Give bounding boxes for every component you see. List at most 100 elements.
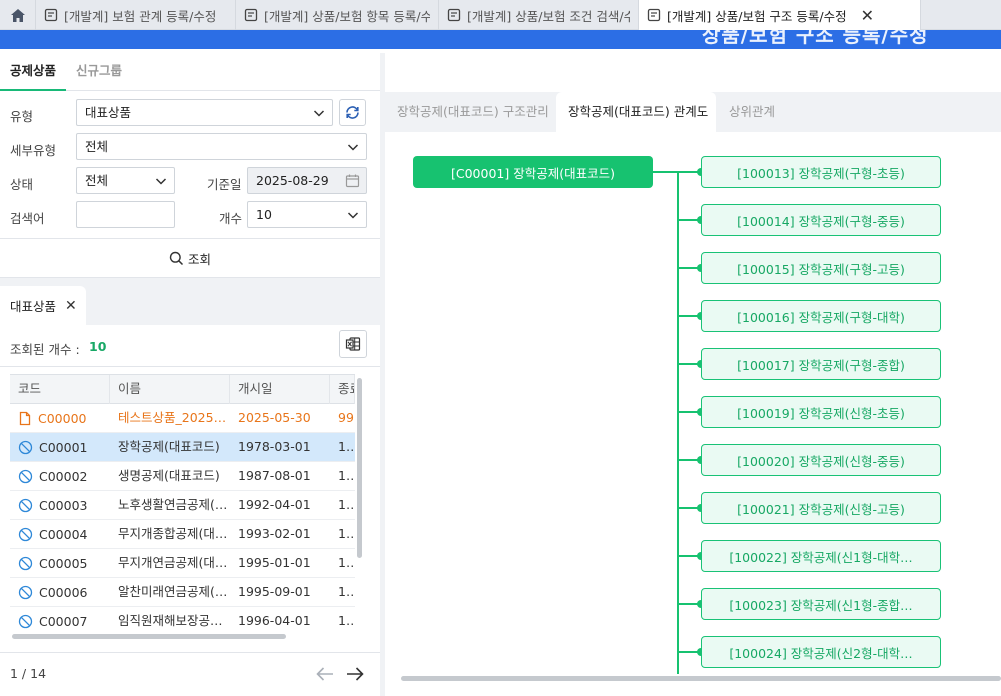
- ban-icon: [18, 498, 33, 513]
- table-row[interactable]: C00005 무지개연금공제(대… 1995-01-01 199: [10, 549, 355, 578]
- relationship-diagram: [C00001] 장학공제(대표코드) [100013] 장학공제(구형-초등)…: [385, 132, 1001, 674]
- table-row[interactable]: C00003 노후생활연금공제(… 1992-04-01 199: [10, 491, 355, 520]
- child-node[interactable]: [100023] 장학공제(신1형-종합…: [701, 588, 941, 620]
- chevron-down-icon: [347, 144, 359, 151]
- window-tab-structure[interactable]: [개발계] 상품/보험 구조 등록/수정 ✕: [639, 0, 921, 30]
- cell-code: C00003: [10, 491, 110, 520]
- cell-name: 노후생활연금공제(…: [118, 497, 228, 512]
- cell-end-date: 199: [338, 439, 355, 454]
- tab-new-group[interactable]: 신규그룹: [66, 53, 132, 91]
- child-node[interactable]: [100019] 장학공제(신형-초등): [701, 396, 941, 428]
- tab-parent-relation[interactable]: 상위관계: [717, 92, 797, 132]
- search-button[interactable]: 조회: [0, 238, 380, 278]
- cell-start-date: 1996-04-01: [238, 613, 311, 628]
- home-tab[interactable]: [0, 0, 36, 30]
- child-node[interactable]: [100016] 장학공제(구형-대학): [701, 300, 941, 332]
- child-node[interactable]: [100014] 장학공제(구형-중등): [701, 204, 941, 236]
- excel-icon: [345, 337, 361, 351]
- filter-row-keyword: 검색어 개수 10: [0, 201, 380, 231]
- child-node[interactable]: [100017] 장학공제(구형-종합): [701, 348, 941, 380]
- cell-code-text: C00001: [39, 439, 88, 455]
- column-header-name[interactable]: 이름: [110, 375, 230, 404]
- right-panel-tabs: 장학공제(대표코드) 구조관리 장학공제(대표코드) 관계도 상위관계: [385, 92, 1001, 132]
- table-row[interactable]: C00001 장학공제(대표코드) 1978-03-01 199: [10, 433, 355, 462]
- cell-start-date: 2025-05-30: [238, 410, 311, 425]
- window-tab-label: [개발계] 상품/보험 항목 등록/수정: [264, 8, 430, 24]
- close-icon[interactable]: ✕: [861, 6, 874, 25]
- tab-structure-management[interactable]: 장학공제(대표코드) 구조관리: [385, 92, 556, 132]
- product-grid: 코드 이름 개시일 종료일 C00000 테스트상품_20250… 2025-05-…: [10, 374, 355, 632]
- calendar-icon: [345, 174, 360, 188]
- child-node[interactable]: [100013] 장학공제(구형-초등): [701, 156, 941, 188]
- subtype-label: 세부유형: [10, 143, 57, 158]
- subtype-select[interactable]: 전체: [76, 133, 367, 160]
- grid-vertical-scrollbar[interactable]: [357, 378, 362, 558]
- page-banner: 상품/보험 구조 등록/수정: [0, 30, 1001, 49]
- left-panel-tabs: 공제상품 신규그룹: [0, 53, 380, 91]
- window-tab-label: [개발계] 상품/보험 조건 검색/수정: [467, 8, 630, 24]
- window-tab-conditions[interactable]: [개발계] 상품/보험 조건 검색/수정: [439, 0, 639, 30]
- base-date-label: 기준일: [207, 177, 242, 192]
- memo-icon: [647, 8, 661, 22]
- cell-name: 무지개연금공제(대…: [118, 555, 228, 570]
- diagram-horizontal-scrollbar[interactable]: [401, 676, 1001, 681]
- table-row[interactable]: C00002 생명공제(대표코드) 1987-08-01 199: [10, 462, 355, 491]
- window-tab-relation[interactable]: [개발계] 보험 관계 등록/수정: [36, 0, 236, 30]
- cell-code: C00007: [10, 607, 110, 632]
- cell-code: C00002: [10, 462, 110, 491]
- window-tab-strip: [개발계] 보험 관계 등록/수정 [개발계] 상품/보험 항목 등록/수정 […: [0, 0, 1001, 30]
- grid-horizontal-scrollbar[interactable]: [12, 634, 286, 639]
- cell-code-text: C00007: [39, 613, 88, 629]
- pager: 1 / 14: [0, 652, 380, 696]
- table-row[interactable]: C00007 임직원재해보장공… 1996-04-01 199: [10, 607, 355, 632]
- child-node[interactable]: [100022] 장학공제(신1형-대학…: [701, 540, 941, 572]
- child-node[interactable]: [100015] 장학공제(구형-고등): [701, 252, 941, 284]
- filter-row-subtype: 세부유형 전체: [0, 133, 380, 163]
- close-icon[interactable]: ✕: [65, 298, 77, 314]
- cell-code: C00005: [10, 549, 110, 578]
- column-header-end[interactable]: 종료일: [330, 375, 355, 404]
- subtype-select-value: 전체: [85, 139, 109, 154]
- filter-row-status: 상태 전체 기준일 2025-08-29: [0, 167, 380, 197]
- status-select[interactable]: 전체: [76, 167, 175, 194]
- window-tab-items[interactable]: [개발계] 상품/보험 항목 등록/수정: [236, 0, 439, 30]
- cell-name: 장학공제(대표코드): [118, 439, 220, 454]
- base-date-input[interactable]: 2025-08-29: [247, 167, 367, 194]
- status-select-value: 전체: [85, 173, 109, 188]
- cell-name: 알찬미래연금공제(…: [118, 584, 228, 599]
- child-node[interactable]: [100024] 장학공제(신2형-대학…: [701, 636, 941, 668]
- result-count-row: 조회된 개수 : 10: [0, 325, 380, 367]
- memo-icon: [447, 8, 461, 22]
- table-row[interactable]: C00000 테스트상품_20250… 2025-05-30 99: [10, 404, 355, 433]
- cell-name: 임직원재해보장공…: [118, 613, 223, 628]
- refresh-button[interactable]: [339, 99, 366, 126]
- filter-row-type: 유형 대표상품: [0, 99, 380, 129]
- type-select[interactable]: 대표상품: [76, 99, 333, 126]
- root-node[interactable]: [C00001] 장학공제(대표코드): [413, 156, 653, 188]
- table-row[interactable]: C00004 무지개종합공제(대… 1993-02-01 199: [10, 520, 355, 549]
- type-select-value: 대표상품: [85, 105, 132, 120]
- column-header-code[interactable]: 코드: [10, 375, 110, 404]
- column-header-start[interactable]: 개시일: [230, 375, 330, 404]
- cell-start-date: 1995-01-01: [238, 555, 311, 570]
- cell-end-date: 99: [338, 410, 354, 425]
- child-node[interactable]: [100021] 장학공제(신형-고등): [701, 492, 941, 524]
- cell-end-date: 199: [338, 555, 355, 570]
- count-limit-value: 10: [256, 207, 272, 222]
- tab-products[interactable]: 공제상품: [0, 53, 67, 91]
- count-limit-select[interactable]: 10: [247, 201, 367, 228]
- count-limit-label: 개수: [219, 211, 243, 226]
- child-node[interactable]: [100020] 장학공제(신형-중등): [701, 444, 941, 476]
- cell-code: C00000: [10, 404, 110, 433]
- chevron-down-icon: [313, 110, 325, 117]
- cell-name: 테스트상품_20250…: [118, 410, 230, 425]
- arrow-right-icon[interactable]: [345, 665, 365, 683]
- home-icon: [10, 8, 25, 22]
- keyword-input[interactable]: [76, 201, 175, 228]
- arrow-left-icon[interactable]: [315, 665, 335, 683]
- tab-relationship-diagram[interactable]: 장학공제(대표코드) 관계도: [556, 92, 716, 132]
- cell-end-date: 199: [338, 584, 355, 599]
- excel-export-button[interactable]: [339, 330, 367, 358]
- result-tab[interactable]: 대표상품 ✕: [0, 286, 86, 325]
- table-row[interactable]: C00006 알찬미래연금공제(… 1995-09-01 199: [10, 578, 355, 607]
